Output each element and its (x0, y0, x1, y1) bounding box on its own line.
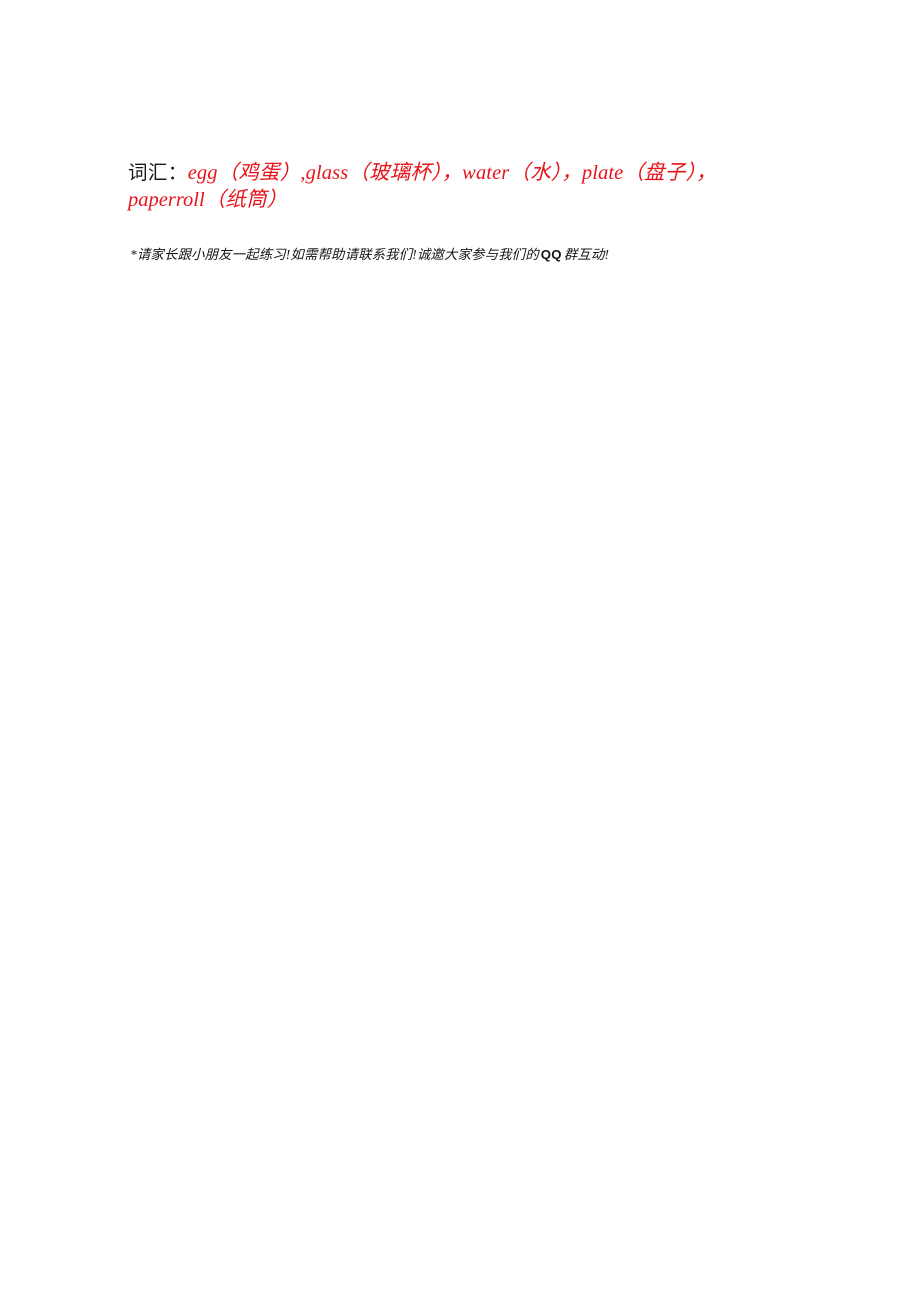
footnote: *请家长跟小朋友一起练习!如需帮助请联系我们!诚邀大家参与我们的 QQ 群互动! (130, 245, 770, 264)
vocabulary-line-2: paperroll（纸筒） (128, 187, 768, 214)
vocabulary-line-1: 词汇：egg（鸡蛋）,glass（玻璃杯），water（水），plate（盘子）… (128, 160, 768, 187)
vocabulary-gloss-plate: （盘子） (623, 162, 696, 184)
vocabulary-label: 词汇： (128, 163, 188, 184)
vocabulary-term-egg: egg (187, 162, 218, 184)
vocabulary-gloss-glass: （玻璃杯） (348, 162, 442, 184)
page-empty-area (0, 290, 920, 1301)
footnote-qq-label: QQ (540, 247, 562, 262)
vocabulary-term-glass: glass (305, 162, 349, 184)
vocabulary-block: 词汇：egg（鸡蛋）,glass（玻璃杯），water（水），plate（盘子）… (128, 160, 768, 214)
footnote-prefix-text: *请家长跟小朋友一起练习!如需帮助请联系我们!诚邀大家参与我们的 (130, 247, 539, 262)
vocabulary-gloss-paperroll: （纸筒） (204, 189, 288, 211)
vocabulary-gloss-water: （水） (509, 162, 562, 184)
vocabulary-separator-3: ， (695, 162, 717, 184)
vocabulary-term-water: water (462, 162, 510, 184)
vocabulary-separator-1: ， (441, 162, 463, 184)
vocabulary-term-paperroll: paperroll (128, 189, 205, 211)
vocabulary-separator-2: ， (561, 162, 582, 184)
document-page: 词汇：egg（鸡蛋）,glass（玻璃杯），water（水），plate（盘子）… (0, 0, 920, 1301)
footnote-suffix-text: 群互动! (563, 247, 610, 262)
vocabulary-term-plate: plate (581, 162, 624, 184)
vocabulary-gloss-egg: （鸡蛋） (217, 162, 301, 184)
